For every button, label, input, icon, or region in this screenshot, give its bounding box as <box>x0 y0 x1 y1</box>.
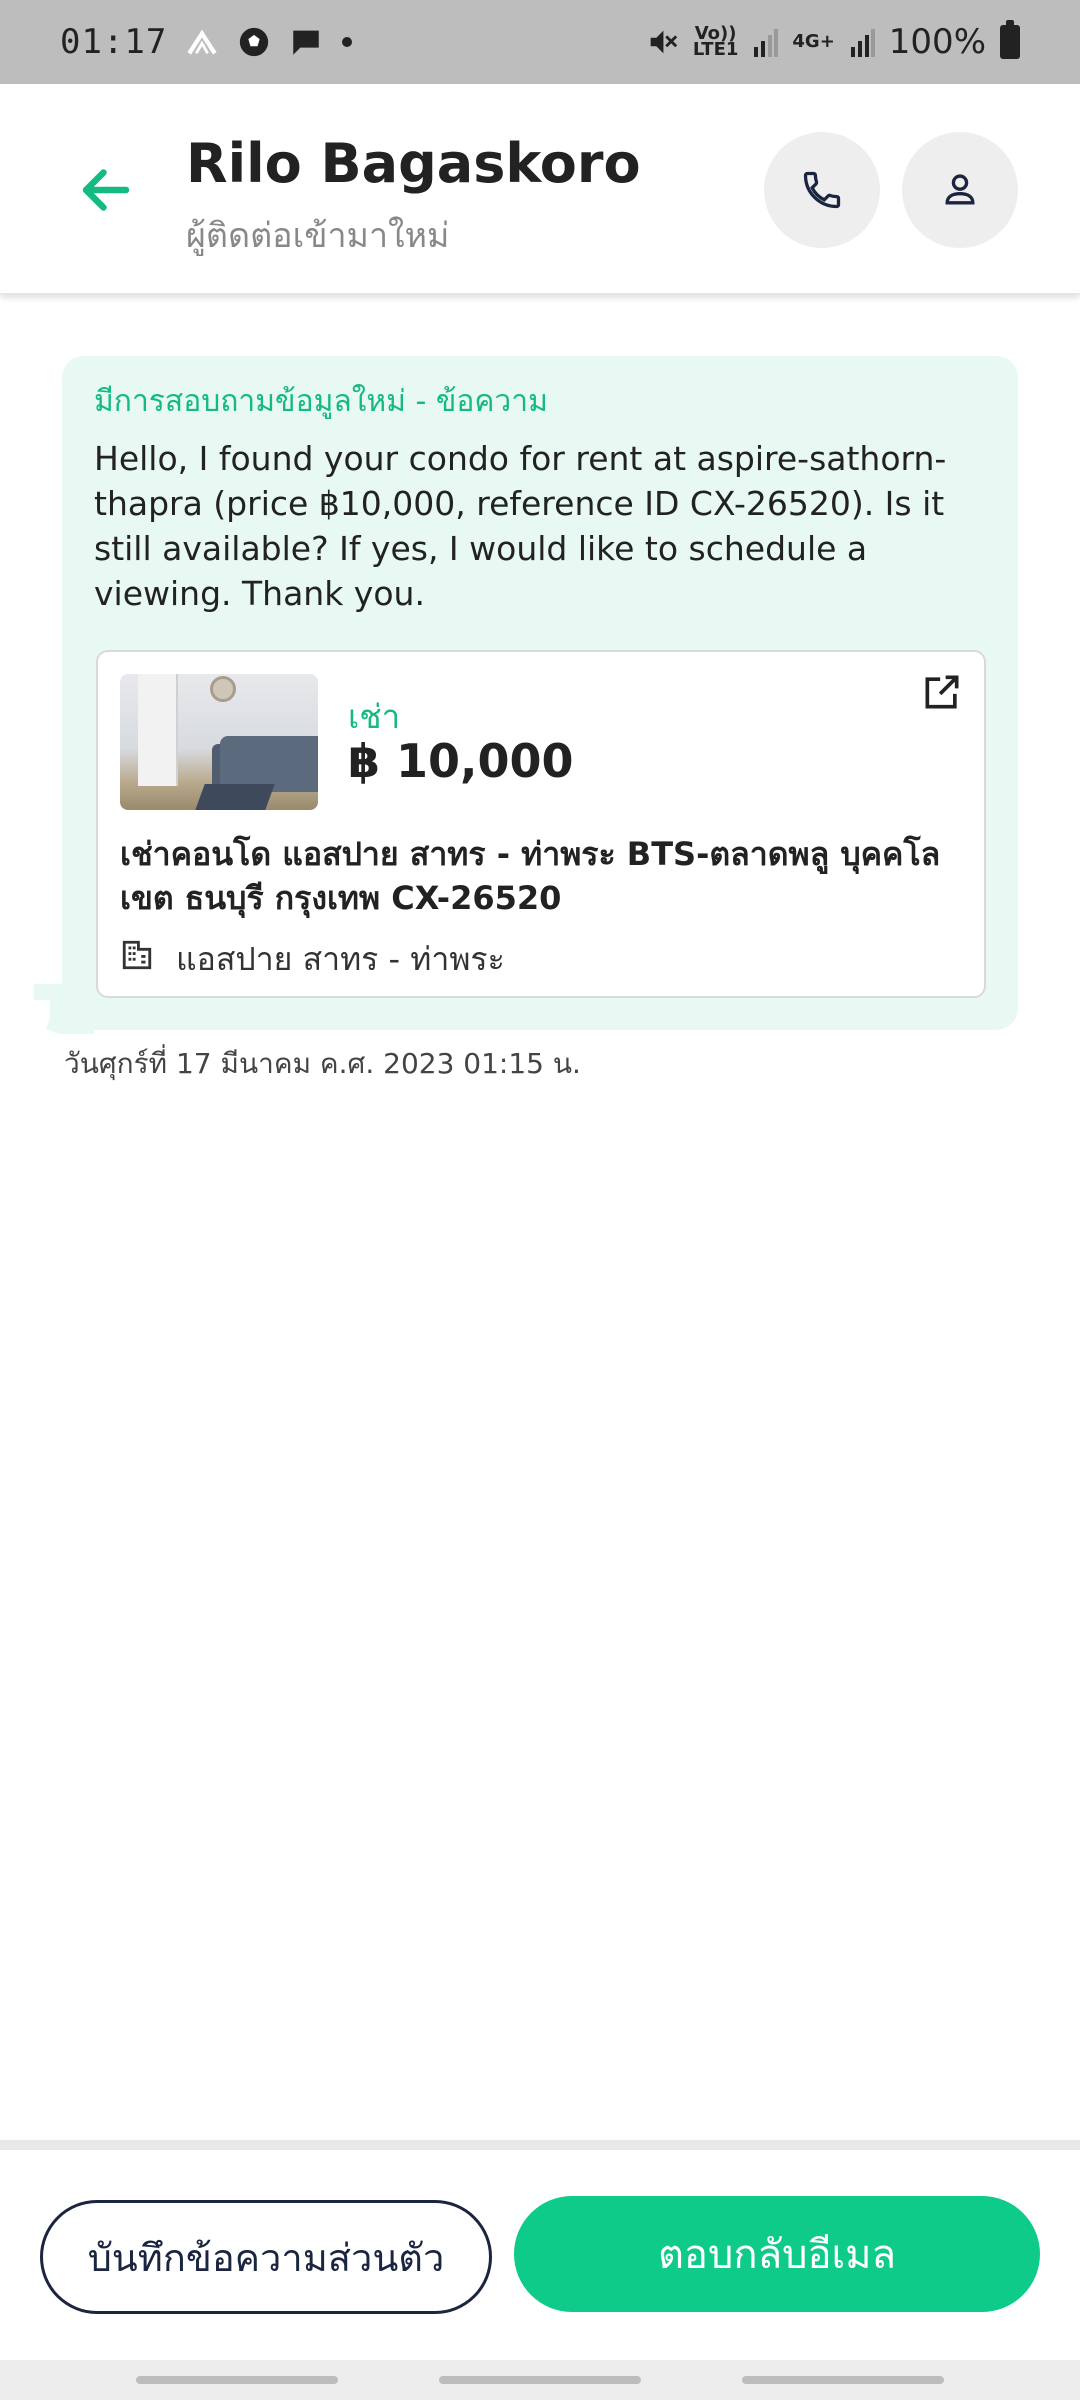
person-icon <box>945 174 975 205</box>
private-note-button[interactable]: บันทึกข้อความส่วนตัว <box>40 2200 492 2314</box>
contact-name: Rilo Bagaskoro <box>186 132 641 195</box>
bubble-tail-mask <box>20 1000 50 1040</box>
nav-recents-pill[interactable] <box>136 2376 338 2384</box>
bottom-divider <box>0 2140 1080 2150</box>
listing-price: ฿ 10,000 <box>348 734 574 788</box>
message-type-label: มีการสอบถามข้อมูลใหม่ - ข้อความ <box>94 384 548 419</box>
status-bar: 01:17 Vo)) LTE1 4G+ 100% <box>0 0 1080 84</box>
listing-thumbnail <box>120 674 318 810</box>
network-type-label: 4G+ <box>792 31 835 52</box>
battery-icon <box>1000 20 1020 59</box>
contact-profile-button[interactable] <box>902 132 1018 248</box>
system-nav-bar <box>0 2360 1080 2400</box>
soccer-ball-icon <box>240 27 269 57</box>
screen: 01:17 Vo)) LTE1 4G+ 100% Rilo Bagaskoro … <box>0 0 1080 2400</box>
chat-notification-icon <box>293 30 320 55</box>
call-button[interactable] <box>764 132 880 248</box>
reply-email-button[interactable]: ตอบกลับอีเมล <box>514 2196 1040 2312</box>
status-left: 01:17 <box>60 22 353 62</box>
message-timestamp: วันศุกร์ที่ 17 มีนาคม ค.ศ. 2023 01:15 น. <box>64 1047 581 1080</box>
listing-card[interactable]: เช่า ฿ 10,000 เช่าคอนโด แอสปาย สาทร - ท่… <box>96 650 986 998</box>
action-bar: บันทึกข้อความส่วนตัว ตอบกลับอีเมล <box>0 2150 1080 2360</box>
listing-project-name: แอสปาย สาทร - ท่าพระ <box>176 940 505 978</box>
status-right: Vo)) LTE1 4G+ 100% <box>645 20 1020 62</box>
listing-title: เช่าคอนโด แอสปาย สาทร - ท่าพระ BTS-ตลาดพ… <box>120 835 941 917</box>
phone-icon <box>803 171 841 209</box>
message-text: Hello, I found your condo for rent at as… <box>94 439 947 613</box>
more-dot-icon <box>342 37 353 47</box>
app-notification-icon <box>187 29 217 55</box>
signal-icon-1 <box>754 29 779 57</box>
building-icon <box>122 940 152 970</box>
open-external-icon[interactable] <box>920 670 964 714</box>
conversation-header: Rilo Bagaskoro ผู้ติดต่อเข้ามาใหม่ <box>0 84 1080 294</box>
mute-icon <box>650 30 677 54</box>
battery-percentage: 100% <box>888 22 986 62</box>
status-time: 01:17 <box>60 22 168 62</box>
nav-back-pill[interactable] <box>742 2376 944 2384</box>
back-arrow-icon[interactable] <box>76 160 136 220</box>
volte-label: Vo)) LTE1 <box>692 23 739 60</box>
signal-icon-2 <box>850 29 875 57</box>
contact-status: ผู้ติดต่อเข้ามาใหม่ <box>186 216 450 256</box>
nav-home-pill[interactable] <box>439 2376 641 2384</box>
